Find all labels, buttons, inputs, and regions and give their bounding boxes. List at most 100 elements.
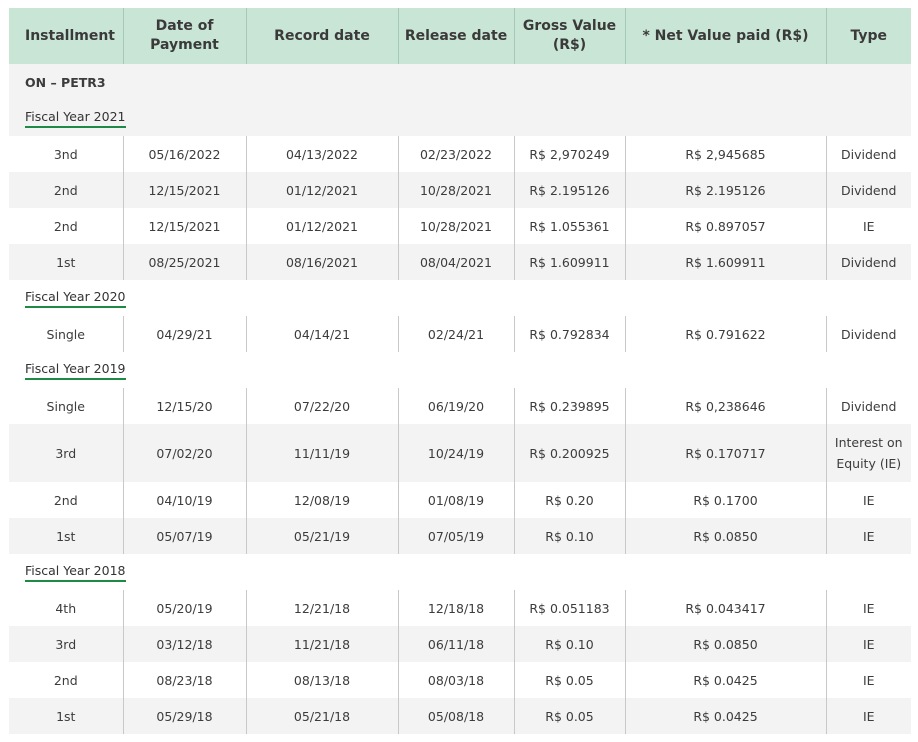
dividends-table-container: Installment Date of Payment Record date … <box>9 8 911 734</box>
cell-record-date: 11/21/18 <box>245 626 398 662</box>
cell-type: IE <box>825 518 911 554</box>
fiscal-year-cell: Fiscal Year 2019 <box>9 352 911 388</box>
cell-release-date: 01/08/19 <box>397 482 514 518</box>
cell-release-date: 10/28/2021 <box>397 208 514 244</box>
cell-net-value: R$ 0.170717 <box>624 424 826 482</box>
table-row: 2nd 12/15/2021 01/12/2021 10/28/2021 R$ 1.05… <box>9 208 911 244</box>
cell-record-date: 04/14/21 <box>245 316 398 352</box>
cell-installment: 2nd <box>9 208 123 244</box>
table-row: Single 12/15/20 07/22/20 06/19/20 R$ 0.23989… <box>9 388 911 424</box>
cell-type: IE <box>825 482 911 518</box>
cell-release-date: 05/08/18 <box>397 698 514 734</box>
cell-record-date: 08/13/18 <box>245 662 398 698</box>
cell-release-date: 12/18/18 <box>397 590 514 626</box>
cell-date-of-payment: 04/29/21 <box>122 316 246 352</box>
cell-installment: 3nd <box>9 136 123 172</box>
cell-date-of-payment: 03/12/18 <box>122 626 246 662</box>
cell-gross-value: R$ 0.200925 <box>513 424 625 482</box>
cell-date-of-payment: 05/16/2022 <box>122 136 246 172</box>
cell-record-date: 04/13/2022 <box>245 136 398 172</box>
cell-record-date: 01/12/2021 <box>245 172 398 208</box>
table-row: 1st 05/07/19 05/21/19 07/05/19 R$ 0.10 R$ 0.0… <box>9 518 911 554</box>
share-class-row: ON – PETR3 <box>9 64 911 100</box>
fiscal-year-row: Fiscal Year 2021 <box>9 100 911 136</box>
table-body: ON – PETR3 Fiscal Year 2021 3nd 05/16/2022… <box>9 64 911 734</box>
cell-date-of-payment: 12/15/20 <box>122 388 246 424</box>
header-net-value: * Net Value paid (R$) <box>624 8 826 64</box>
cell-release-date: 08/03/18 <box>397 662 514 698</box>
cell-installment: 3rd <box>9 424 123 482</box>
cell-release-date: 08/04/2021 <box>397 244 514 280</box>
cell-release-date: 10/24/19 <box>397 424 514 482</box>
cell-release-date: 10/28/2021 <box>397 172 514 208</box>
cell-gross-value: R$ 0.239895 <box>513 388 625 424</box>
cell-release-date: 02/24/21 <box>397 316 514 352</box>
table-row: Single 04/29/21 04/14/21 02/24/21 R$ 0.79283… <box>9 316 911 352</box>
cell-date-of-payment: 04/10/19 <box>122 482 246 518</box>
cell-installment: 2nd <box>9 482 123 518</box>
table-row: 4th 05/20/19 12/21/18 12/18/18 R$ 0.051183 R$… <box>9 590 911 626</box>
cell-installment: 1st <box>9 698 123 734</box>
table-row: 1st 08/25/2021 08/16/2021 08/04/2021 R$ 1.60… <box>9 244 911 280</box>
fiscal-year-row: Fiscal Year 2018 <box>9 554 911 590</box>
table-row: 3rd 03/12/18 11/21/18 06/11/18 R$ 0.10 R$ 0.0… <box>9 626 911 662</box>
cell-date-of-payment: 07/02/20 <box>122 424 246 482</box>
table-row: 2nd 12/15/2021 01/12/2021 10/28/2021 R$ 2.19… <box>9 172 911 208</box>
share-class-label: ON – PETR3 <box>9 64 911 100</box>
cell-record-date: 05/21/19 <box>245 518 398 554</box>
cell-net-value: R$ 0.043417 <box>624 590 826 626</box>
cell-type: IE <box>825 590 911 626</box>
cell-net-value: R$ 0,238646 <box>624 388 826 424</box>
fiscal-year-cell: Fiscal Year 2020 <box>9 280 911 316</box>
cell-record-date: 12/21/18 <box>245 590 398 626</box>
fiscal-year-row: Fiscal Year 2019 <box>9 352 911 388</box>
cell-record-date: 07/22/20 <box>245 388 398 424</box>
cell-gross-value: R$ 2.195126 <box>513 172 625 208</box>
cell-record-date: 08/16/2021 <box>245 244 398 280</box>
cell-gross-value: R$ 2,970249 <box>513 136 625 172</box>
cell-gross-value: R$ 1.055361 <box>513 208 625 244</box>
cell-type: Dividend <box>825 136 911 172</box>
cell-net-value: R$ 0.0850 <box>624 518 826 554</box>
cell-type: Dividend <box>825 316 911 352</box>
cell-installment: 2nd <box>9 662 123 698</box>
cell-net-value: R$ 2,945685 <box>624 136 826 172</box>
table-header-row: Installment Date of Payment Record date … <box>9 8 911 64</box>
cell-installment: 3rd <box>9 626 123 662</box>
cell-type: IE <box>825 626 911 662</box>
cell-gross-value: R$ 0.05 <box>513 662 625 698</box>
fiscal-year-label: Fiscal Year 2018 <box>25 563 126 582</box>
cell-gross-value: R$ 0.20 <box>513 482 625 518</box>
fiscal-year-label: Fiscal Year 2020 <box>25 289 126 308</box>
header-type: Type <box>825 8 911 64</box>
cell-gross-value: R$ 1.609911 <box>513 244 625 280</box>
cell-date-of-payment: 05/20/19 <box>122 590 246 626</box>
dividends-table: Installment Date of Payment Record date … <box>9 8 911 734</box>
cell-type: Interest on Equity (IE) <box>825 424 911 482</box>
cell-net-value: R$ 0.1700 <box>624 482 826 518</box>
cell-date-of-payment: 12/15/2021 <box>122 172 246 208</box>
cell-type: IE <box>825 662 911 698</box>
table-row: 3rd 07/02/20 11/11/19 10/24/19 R$ 0.200925 R$… <box>9 424 911 482</box>
cell-installment: 1st <box>9 518 123 554</box>
cell-release-date: 02/23/2022 <box>397 136 514 172</box>
cell-net-value: R$ 0.791622 <box>624 316 826 352</box>
cell-type: Dividend <box>825 244 911 280</box>
cell-record-date: 01/12/2021 <box>245 208 398 244</box>
cell-installment: 1st <box>9 244 123 280</box>
cell-date-of-payment: 05/29/18 <box>122 698 246 734</box>
cell-record-date: 11/11/19 <box>245 424 398 482</box>
cell-release-date: 06/11/18 <box>397 626 514 662</box>
table-row: 1st 05/29/18 05/21/18 05/08/18 R$ 0.05 R$ 0.0… <box>9 698 911 734</box>
cell-record-date: 05/21/18 <box>245 698 398 734</box>
cell-installment: Single <box>9 316 123 352</box>
cell-net-value: R$ 0.0850 <box>624 626 826 662</box>
cell-release-date: 07/05/19 <box>397 518 514 554</box>
table-row: 2nd 04/10/19 12/08/19 01/08/19 R$ 0.20 R$ 0.1… <box>9 482 911 518</box>
cell-net-value: R$ 0.897057 <box>624 208 826 244</box>
cell-date-of-payment: 05/07/19 <box>122 518 246 554</box>
cell-net-value: R$ 0.0425 <box>624 698 826 734</box>
cell-type: Dividend <box>825 388 911 424</box>
fiscal-year-label: Fiscal Year 2021 <box>25 109 126 128</box>
cell-gross-value: R$ 0.792834 <box>513 316 625 352</box>
